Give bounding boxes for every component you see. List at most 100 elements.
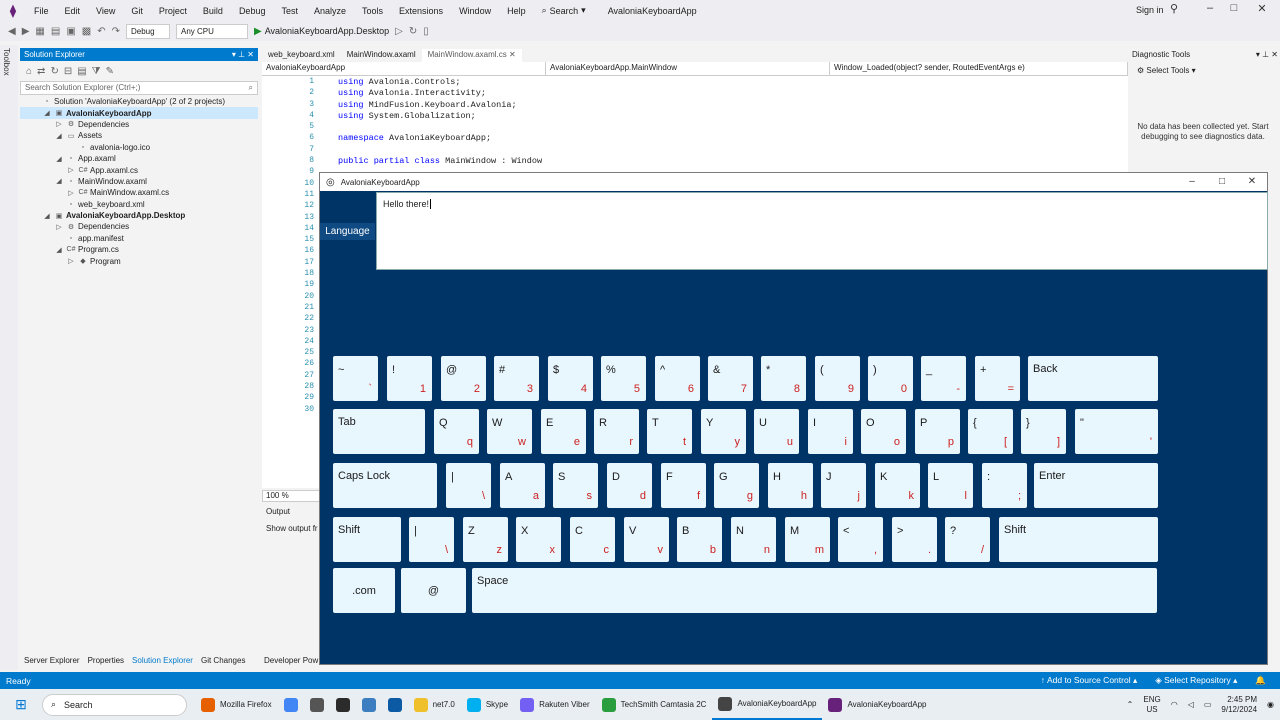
keyboard-key[interactable]: Mm bbox=[785, 517, 830, 562]
menu-item[interactable]: Edit bbox=[57, 6, 89, 16]
keyboard-key[interactable]: (9 bbox=[815, 356, 860, 401]
home-icon[interactable]: ⌂ bbox=[26, 66, 32, 77]
document-tab[interactable]: MainWindow.axaml bbox=[341, 49, 422, 62]
keyboard-key[interactable]: & 7 bbox=[708, 356, 753, 401]
forward-icon[interactable]: ▶ bbox=[22, 26, 30, 37]
keyboard-key[interactable]: | \ bbox=[409, 517, 454, 562]
expander-icon[interactable]: ◢ bbox=[54, 177, 64, 185]
keyboard-key[interactable]: ^ 6 bbox=[655, 356, 700, 401]
bottom-tab[interactable]: Properties bbox=[84, 654, 128, 668]
tree-item[interactable]: ▫ avalonia-logo.ico bbox=[20, 142, 258, 153]
keyboard-key[interactable]: Kk bbox=[875, 463, 920, 508]
code-text[interactable]: using Avalonia.Controls; using Avalonia.I… bbox=[338, 77, 542, 167]
sign-in-link[interactable]: Sign in bbox=[1136, 5, 1164, 15]
taskbar-app[interactable] bbox=[356, 689, 382, 720]
expander-icon[interactable]: ▷ bbox=[66, 189, 76, 197]
keyboard-key[interactable]: Pp bbox=[915, 409, 960, 454]
tree-item[interactable]: ◢ ▫ MainWindow.axaml bbox=[20, 176, 258, 187]
keyboard-key[interactable]: Back bbox=[1028, 356, 1158, 401]
toolbox-tab[interactable]: Toolbox bbox=[2, 48, 11, 76]
refresh-icon[interactable]: ↻ bbox=[50, 66, 58, 77]
close-icon[interactable]: ▾ ⊥ ✕ bbox=[1256, 50, 1278, 60]
select-repository-button[interactable]: ◈ Select Repository ▴ bbox=[1155, 675, 1237, 686]
taskbar-app[interactable]: AvaloniaKeyboardApp bbox=[712, 689, 823, 720]
keyboard-key[interactable]: Yy bbox=[701, 409, 746, 454]
menu-item[interactable]: Tools bbox=[354, 6, 391, 16]
expander-icon[interactable]: ▷ bbox=[66, 166, 76, 174]
keyboard-key[interactable]: Shift bbox=[999, 517, 1158, 562]
keyboard-key[interactable]: {[ bbox=[968, 409, 1013, 454]
keyboard-key[interactable]: Oo bbox=[861, 409, 906, 454]
keyboard-key[interactable]: @2 bbox=[441, 356, 486, 401]
tree-item[interactable]: ▷ ◆ Program bbox=[20, 255, 258, 266]
keyboard-key[interactable]: Cc bbox=[570, 517, 615, 562]
keyboard-key[interactable]: #3 bbox=[494, 356, 539, 401]
keyboard-key[interactable]: }] bbox=[1021, 409, 1066, 454]
keyboard-key[interactable]: Gg bbox=[714, 463, 759, 508]
add-to-source-control-button[interactable]: ↑ Add to Source Control ▴ bbox=[1041, 675, 1137, 686]
keyboard-key[interactable]: Ss bbox=[553, 463, 598, 508]
keyboard-key[interactable]: Enter bbox=[1034, 463, 1158, 508]
keyboard-key[interactable]: ! 1 bbox=[387, 356, 432, 401]
tree-item[interactable]: ▷ C# App.axaml.cs bbox=[20, 164, 258, 175]
expander-icon[interactable]: ◢ bbox=[54, 132, 64, 140]
keyboard-key[interactable]: Space bbox=[472, 568, 1157, 613]
configuration-dropdown[interactable]: Debug bbox=[126, 23, 170, 39]
menu-item[interactable]: Debug bbox=[231, 6, 274, 16]
battery-icon[interactable]: ▭ bbox=[1204, 700, 1212, 709]
keyboard-key[interactable]: _ - bbox=[921, 356, 966, 401]
pin-icon[interactable]: ▾ ⊥ ✕ bbox=[232, 50, 254, 59]
menu-item[interactable]: Help bbox=[499, 6, 534, 16]
document-tab[interactable]: web_keyboard.xml bbox=[262, 49, 341, 62]
developer-powershell-tab[interactable]: Developer Pow bbox=[264, 656, 318, 665]
save-all-icon[interactable]: ▩ bbox=[82, 26, 91, 37]
close-tab-icon[interactable]: ✕ bbox=[507, 50, 516, 59]
taskbar-app[interactable]: Skype bbox=[461, 689, 514, 720]
keyboard-key[interactable]: ) 0 bbox=[868, 356, 913, 401]
language-button[interactable]: Language bbox=[320, 223, 375, 240]
volume-icon[interactable]: ◁ bbox=[1188, 700, 1194, 709]
type-dropdown[interactable]: AvaloniaKeyboardApp.MainWindow bbox=[546, 62, 830, 75]
tree-item[interactable]: ◢ ▭ Assets bbox=[20, 130, 258, 141]
taskbar-app[interactable] bbox=[382, 689, 408, 720]
start-debugging-button[interactable]: ▶ AvaloniaKeyboardApp.Desktop bbox=[254, 26, 389, 37]
windows-start-icon[interactable]: ⊞ bbox=[0, 696, 42, 713]
open-icon[interactable]: ▤ bbox=[51, 26, 60, 37]
keyboard-key[interactable]: Bb bbox=[677, 517, 722, 562]
expander-icon[interactable]: ◢ bbox=[54, 246, 64, 254]
taskbar-app[interactable]: TechSmith Camtasia 2C bbox=[596, 689, 713, 720]
expander-icon[interactable]: ◢ bbox=[42, 212, 52, 220]
taskbar-app[interactable]: Rakuten Viber bbox=[514, 689, 596, 720]
maximize-icon[interactable]: □ bbox=[1222, 2, 1246, 14]
menu-item[interactable]: Analyze bbox=[306, 6, 354, 16]
select-tools-button[interactable]: ⚙ Select Tools ▾ bbox=[1137, 66, 1196, 75]
undo-icon[interactable]: ↶ bbox=[97, 26, 105, 37]
keyboard-key[interactable]: Uu bbox=[754, 409, 799, 454]
sync-icon[interactable]: ⇄ bbox=[37, 66, 45, 77]
zoom-dropdown[interactable]: 100 % bbox=[262, 490, 322, 502]
keyboard-key[interactable]: Jj bbox=[821, 463, 866, 508]
bottom-tab[interactable]: Solution Explorer bbox=[128, 654, 197, 668]
keyboard-key[interactable]: Zz bbox=[463, 517, 508, 562]
keyboard-key[interactable]: Rr bbox=[594, 409, 639, 454]
tree-item[interactable]: ▫ Solution 'AvaloniaKeyboardApp' (2 of 2 … bbox=[20, 96, 258, 107]
keyboard-key[interactable]: ~ ` bbox=[333, 356, 378, 401]
keyboard-key[interactable]: * 8 bbox=[761, 356, 806, 401]
keyboard-key[interactable]: Vv bbox=[624, 517, 669, 562]
clock[interactable]: 2:45 PM 9/12/2024 bbox=[1221, 695, 1257, 715]
keyboard-key[interactable]: ? / bbox=[945, 517, 990, 562]
keyboard-key[interactable]: | \ bbox=[446, 463, 491, 508]
keyboard-key[interactable]: .com bbox=[333, 568, 395, 613]
project-dropdown[interactable]: AvaloniaKeyboardApp bbox=[262, 62, 546, 75]
taskbar-search[interactable]: ⌕ Search bbox=[42, 693, 187, 716]
maximize-icon[interactable]: □ bbox=[1207, 173, 1237, 191]
tree-item[interactable]: ▫ app.manifest bbox=[20, 233, 258, 244]
notifications-icon[interactable]: 🔔 bbox=[1255, 675, 1266, 686]
platform-dropdown[interactable]: Any CPU bbox=[176, 23, 248, 39]
menu-item[interactable]: Window bbox=[451, 6, 499, 16]
keyboard-key[interactable]: Dd bbox=[607, 463, 652, 508]
minimize-icon[interactable]: – bbox=[1198, 2, 1222, 14]
keyboard-key[interactable]: Ee bbox=[541, 409, 586, 454]
keyboard-key[interactable]: Tab bbox=[333, 409, 425, 454]
close-icon[interactable]: ✕ bbox=[1250, 2, 1274, 15]
